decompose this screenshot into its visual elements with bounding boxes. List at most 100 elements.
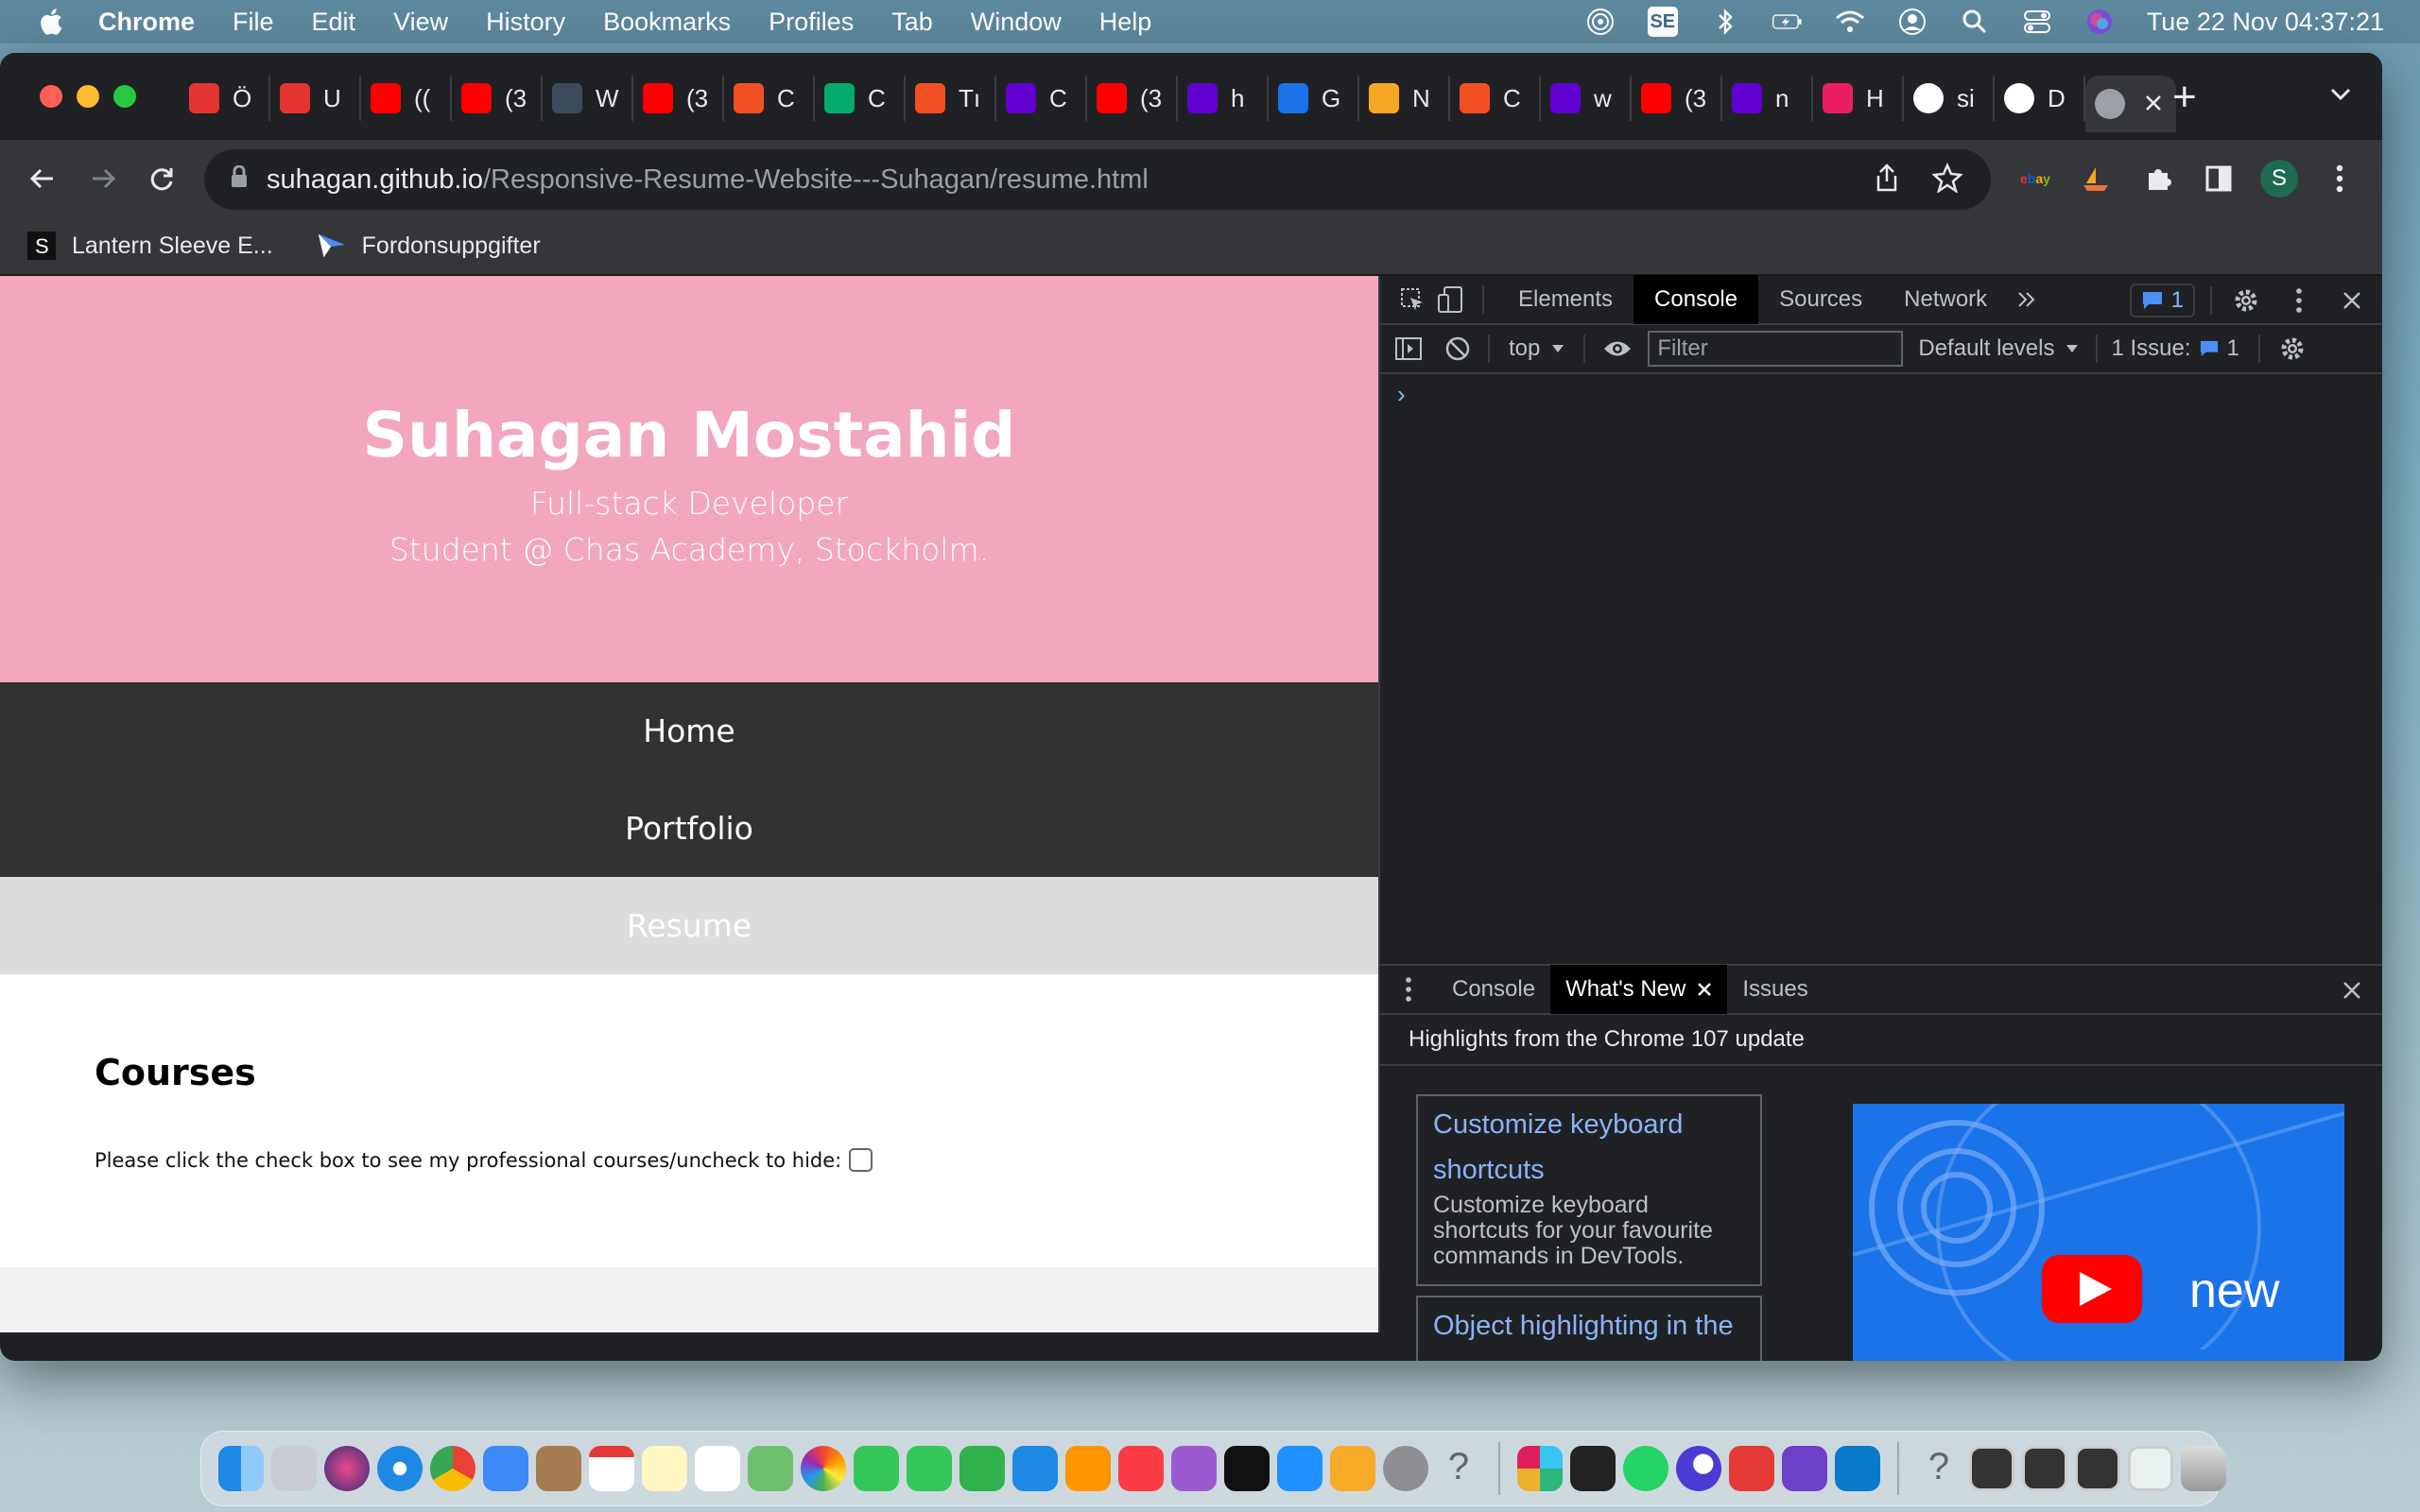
devtools-tab-sources[interactable]: Sources (1758, 275, 1883, 324)
tab[interactable]: Tı (906, 76, 996, 121)
profile-avatar[interactable]: S (2257, 157, 2301, 200)
tab[interactable]: Ö (180, 76, 270, 121)
close-tab-icon[interactable] (2144, 90, 2163, 119)
tab[interactable]: C (724, 76, 815, 121)
terminal-icon[interactable] (1570, 1446, 1616, 1491)
slack-icon[interactable] (1517, 1446, 1563, 1491)
minimized-window-thumb[interactable] (1969, 1446, 2014, 1491)
sidebar-toggle-icon[interactable] (1390, 330, 1427, 368)
finder-icon[interactable] (218, 1446, 264, 1491)
tab[interactable]: C (1450, 76, 1541, 121)
tab[interactable]: (3 (633, 76, 724, 121)
siri-app-icon[interactable] (324, 1446, 370, 1491)
tab[interactable]: C (996, 76, 1087, 121)
tab[interactable]: (3 (1632, 76, 1722, 121)
address-bar[interactable]: suhagan.github.io /Responsive-Resume-Web… (204, 149, 1991, 210)
calendar-icon[interactable] (589, 1446, 634, 1491)
drawer-tab-issues[interactable]: Issues (1727, 965, 1823, 1014)
tab[interactable]: N (1359, 76, 1450, 121)
bookmark-item-fordon[interactable]: Fordonsuppgifter (317, 231, 541, 261)
nav-home[interactable]: Home (0, 682, 1378, 780)
minimized-window-thumb[interactable] (2128, 1446, 2173, 1491)
mail-icon[interactable] (483, 1446, 528, 1491)
menu-file[interactable]: File (233, 8, 274, 37)
side-panel-icon[interactable] (2197, 157, 2240, 200)
window-minimize-button[interactable] (77, 85, 99, 108)
window-zoom-button[interactable] (113, 85, 136, 108)
apple-logo-icon[interactable] (36, 7, 64, 37)
menu-bookmarks[interactable]: Bookmarks (603, 8, 731, 37)
nav-portfolio[interactable]: Portfolio (0, 780, 1378, 877)
tab[interactable]: G (1269, 76, 1359, 121)
feature-card-object-highlighting[interactable]: Object highlighting in the (1416, 1296, 1762, 1361)
tab[interactable]: h (1178, 76, 1269, 121)
podcasts-icon[interactable] (1171, 1446, 1217, 1491)
unknown-app-icon[interactable]: ? (1436, 1446, 1481, 1491)
input-source-badge[interactable]: SE (1647, 7, 1678, 37)
books-icon[interactable] (1065, 1446, 1111, 1491)
console-output[interactable]: › (1380, 374, 2382, 964)
settings-gear-icon[interactable] (2227, 282, 2265, 319)
console-prompt-chevron-icon[interactable]: › (1397, 380, 1406, 409)
reminders-icon[interactable] (695, 1446, 740, 1491)
close-devtools-icon[interactable] (2333, 282, 2371, 319)
tab[interactable]: C (815, 76, 906, 121)
whatsapp-icon[interactable] (1623, 1446, 1668, 1491)
wifi-icon[interactable] (1835, 7, 1865, 37)
apple-tv-icon[interactable] (1224, 1446, 1270, 1491)
control-center-icon[interactable] (2022, 7, 2052, 37)
messages-badge[interactable]: 1 (2129, 284, 2195, 318)
messages-icon[interactable] (854, 1446, 899, 1491)
forward-button[interactable] (81, 157, 125, 200)
new-tab-button[interactable]: + (2172, 74, 2197, 121)
tab[interactable]: n (1722, 76, 1813, 121)
menu-window[interactable]: Window (971, 8, 1062, 37)
menu-history[interactable]: History (486, 8, 565, 37)
drawer-menu-icon[interactable] (1390, 971, 1427, 1008)
devtools-tab-console[interactable]: Console (1634, 275, 1759, 324)
airdrop-icon[interactable] (1585, 7, 1616, 37)
inspect-element-icon[interactable] (1393, 281, 1431, 318)
vscode-icon[interactable] (1835, 1446, 1880, 1491)
github-desktop-icon[interactable] (1782, 1446, 1827, 1491)
close-tab-icon[interactable] (1697, 982, 1712, 997)
bookmark-star-icon[interactable] (1931, 162, 1963, 200)
user-account-icon[interactable] (1897, 7, 1927, 37)
minimized-window-thumb[interactable] (2022, 1446, 2067, 1491)
ebay-extension-icon[interactable]: ebay (2015, 157, 2059, 200)
customize-menu-icon[interactable] (2280, 282, 2318, 319)
tab[interactable]: (3 (1087, 76, 1178, 121)
menu-tab[interactable]: Tab (891, 8, 933, 37)
share-icon[interactable] (1874, 163, 1900, 200)
unknown-app-icon[interactable]: ? (1916, 1446, 1962, 1491)
trash-icon[interactable] (2181, 1446, 2226, 1491)
menubar-clock[interactable]: Tue 22 Nov 04:37:21 (2147, 8, 2384, 37)
facetime-icon[interactable] (907, 1446, 952, 1491)
window-close-button[interactable] (40, 85, 62, 108)
tab[interactable]: U (270, 76, 361, 121)
siri-icon[interactable] (2084, 7, 2115, 37)
acrobat-icon[interactable] (1729, 1446, 1774, 1491)
back-button[interactable] (21, 157, 64, 200)
extensions-puzzle-icon[interactable] (2136, 157, 2180, 200)
nav-resume[interactable]: Resume (0, 877, 1378, 974)
console-settings-gear-icon[interactable] (2273, 330, 2311, 368)
device-toolbar-icon[interactable] (1431, 281, 1469, 318)
menu-edit[interactable]: Edit (312, 8, 356, 37)
menu-help[interactable]: Help (1099, 8, 1152, 37)
tab-active[interactable] (2085, 76, 2176, 132)
live-expression-eye-icon[interactable] (1599, 330, 1636, 368)
courses-checkbox[interactable] (849, 1148, 873, 1172)
whats-new-video-thumbnail[interactable]: new (1853, 1104, 2344, 1361)
chrome-icon[interactable] (430, 1446, 475, 1491)
devtools-tab-network[interactable]: Network (1883, 275, 2008, 324)
tab[interactable]: si (1904, 76, 1995, 121)
numbers-icon[interactable] (959, 1446, 1005, 1491)
tab[interactable]: w (1541, 76, 1632, 121)
system-preferences-icon[interactable] (1383, 1446, 1428, 1491)
tab[interactable]: D (1995, 76, 2085, 121)
bluetooth-icon[interactable] (1710, 7, 1740, 37)
clear-console-icon[interactable] (1439, 330, 1477, 368)
more-tabs-chevron-icon[interactable] (2008, 281, 2046, 318)
photos-icon[interactable] (801, 1446, 846, 1491)
